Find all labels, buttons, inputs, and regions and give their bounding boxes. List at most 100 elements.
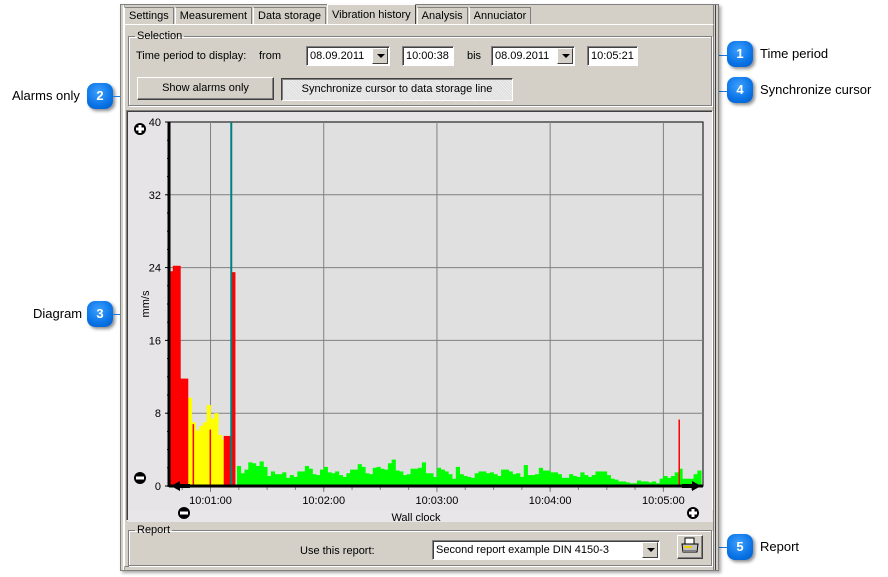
bar-normal — [361, 466, 366, 486]
bar-normal — [697, 470, 702, 486]
bar-normal — [542, 470, 547, 486]
bar-normal — [255, 465, 260, 486]
bar-normal — [297, 471, 302, 486]
bar-normal — [259, 461, 264, 486]
tab-measurement[interactable]: Measurement — [174, 7, 253, 24]
bar-warning — [187, 397, 193, 486]
from-date-value: 08.09.2011 — [310, 50, 365, 62]
bar-normal — [486, 473, 491, 486]
bar-alarm — [176, 265, 181, 486]
bar-normal — [602, 471, 608, 486]
bar-normal — [546, 470, 551, 486]
bar-normal — [523, 465, 528, 486]
y-tick-label: 0 — [155, 481, 161, 493]
callout-2-label: Alarms only — [12, 88, 80, 103]
report-select[interactable]: Second report example DIN 4150-3 — [432, 540, 660, 560]
bar-normal — [674, 472, 679, 486]
print-report-button[interactable] — [677, 535, 703, 559]
report-select-arrow-icon[interactable] — [642, 542, 658, 558]
tab-data-storage[interactable]: Data storage — [253, 7, 326, 24]
printer-icon — [681, 537, 699, 553]
bar-normal — [410, 468, 415, 486]
y-tick-label: 16 — [149, 335, 161, 347]
callout-2-badge: 2 — [87, 83, 113, 109]
bar-normal — [282, 472, 287, 486]
bar-normal — [380, 468, 385, 486]
bar-normal — [606, 475, 611, 486]
from-time-value: 10:00:38 — [406, 50, 449, 62]
bar-normal — [516, 473, 521, 486]
bar-normal — [550, 472, 555, 486]
tab-bar: Settings Measurement Data storage Vibrat… — [124, 4, 532, 25]
bar-normal — [338, 475, 343, 486]
bar-normal — [395, 470, 400, 486]
bar-warning — [210, 418, 215, 486]
synchronize-cursor-button[interactable]: Synchronize cursor to data storage line — [281, 78, 513, 101]
bar-normal — [448, 474, 453, 486]
bar-normal — [474, 473, 479, 486]
bar-warning — [218, 435, 223, 486]
bar-normal — [527, 475, 532, 486]
callout-4-badge: 4 — [727, 77, 753, 103]
from-time-input[interactable]: 10:00:38 — [402, 46, 454, 66]
bar-normal — [429, 473, 434, 486]
bar-normal — [327, 472, 332, 486]
bar-normal — [267, 475, 272, 486]
tab-settings[interactable]: Settings — [124, 7, 174, 24]
tab-analysis[interactable]: Analysis — [416, 7, 468, 24]
x-tick-label: 10:04:00 — [529, 495, 572, 507]
bar-alarm — [184, 378, 189, 486]
tab-vibration-history[interactable]: Vibration history — [327, 4, 416, 24]
bar-normal — [274, 474, 279, 486]
bar-normal — [493, 474, 498, 486]
from-date-dropdown-arrow-icon[interactable] — [372, 48, 388, 64]
bar-normal — [308, 468, 313, 486]
bar-normal — [670, 475, 676, 486]
bar-normal — [584, 475, 589, 486]
callout-3-badge: 3 — [87, 301, 113, 327]
selection-group-label: Selection — [137, 30, 183, 42]
bar-normal — [595, 471, 600, 486]
bar-normal — [478, 471, 483, 486]
bar-normal — [535, 474, 540, 486]
to-date-dropdown-arrow-icon[interactable] — [557, 48, 573, 64]
bar-normal — [335, 471, 340, 486]
x-zoom-in-icon-bar-v — [691, 509, 695, 517]
y-tick-label: 32 — [149, 190, 161, 202]
bar-normal — [357, 464, 362, 486]
callout-1-label: Time period — [760, 46, 829, 61]
bar-normal — [591, 475, 596, 486]
from-label: from — [259, 50, 281, 62]
bar-normal — [353, 469, 359, 486]
bar-normal — [663, 475, 668, 486]
vibration-diagram[interactable]: 0 8 16 24 32 40 10:01:00 10:02:00 10:03:00 10:04:… — [126, 110, 714, 524]
bar-normal — [376, 466, 381, 486]
bar-normal — [312, 474, 317, 486]
tab-annuciator[interactable]: Annuciator — [468, 7, 532, 24]
chart-svg[interactable]: 0 8 16 24 32 40 10:01:00 10:02:00 10:03:00 10:04:… — [127, 111, 714, 524]
bar-normal — [508, 471, 513, 486]
bar-alarm-thin — [209, 429, 212, 486]
bar-normal — [406, 474, 411, 486]
report-select-value: Second report example DIN 4150-3 — [436, 544, 610, 556]
use-report-label: Use this report: — [300, 545, 375, 557]
show-alarms-only-button[interactable]: Show alarms only — [137, 77, 274, 100]
bar-normal — [319, 469, 325, 486]
bar-alarm — [223, 435, 228, 486]
to-date-dropdown[interactable]: 08.09.2011 — [491, 46, 575, 66]
bar-normal — [440, 469, 445, 486]
bar-normal — [402, 475, 408, 486]
y-zoom-out-icon-bar — [136, 476, 144, 480]
bar-normal — [599, 471, 604, 486]
x-tick-label: 10:03:00 — [416, 495, 459, 507]
callout-3-label: Diagram — [33, 306, 83, 321]
to-time-input[interactable]: 10:05:21 — [587, 46, 638, 66]
y-tick-label: 8 — [155, 408, 161, 420]
bar-normal — [463, 475, 468, 486]
bar-normal — [248, 462, 253, 486]
bar-normal — [436, 467, 442, 486]
callout-5-label: Report — [760, 539, 800, 554]
from-date-dropdown[interactable]: 08.09.2011 — [306, 46, 390, 66]
bar-normal — [304, 465, 310, 486]
bar-normal — [414, 468, 419, 486]
